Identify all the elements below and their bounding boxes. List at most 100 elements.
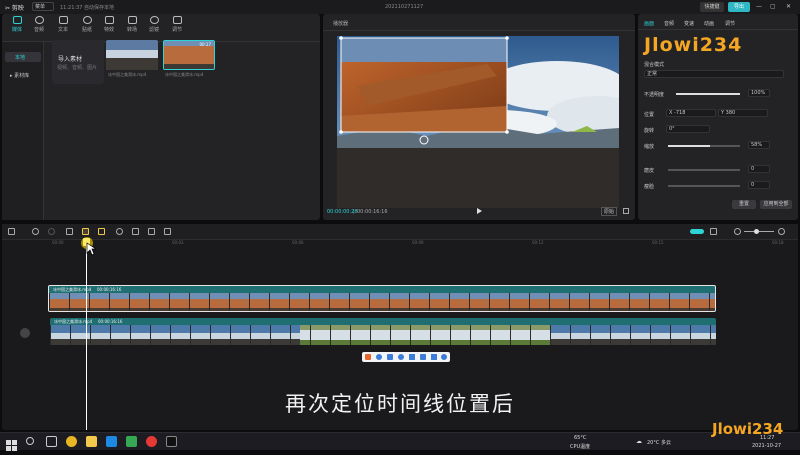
main-track-cover-icon[interactable]: [20, 328, 30, 338]
time-separator: |: [353, 209, 355, 215]
record-icon[interactable]: [146, 436, 157, 447]
scale-field[interactable]: 58%: [748, 141, 770, 149]
close-icon[interactable]: ✕: [786, 3, 791, 10]
snap-toggle[interactable]: [690, 229, 704, 234]
slim-face-slider[interactable]: [668, 185, 740, 187]
windows-taskbar: 65°C CPU温度 ☁ 20°C 多云 11:27 2021-10-27: [0, 432, 800, 451]
video-subtitle: 再次定位时间线位置后: [285, 392, 515, 416]
sidebar-item-library[interactable]: ▸ 素材库: [10, 72, 29, 79]
ruler-label: 00:03: [172, 240, 184, 245]
zoom-out-icon[interactable]: [734, 228, 741, 235]
crop-icon[interactable]: [164, 228, 171, 235]
capcut-icon[interactable]: [166, 436, 177, 447]
weather-icon[interactable]: ☁: [636, 438, 642, 445]
opacity-slider-track[interactable]: [676, 93, 740, 95]
search-icon[interactable]: [26, 437, 34, 445]
ruler-label: 00:09: [412, 240, 424, 245]
weather-text[interactable]: 20°C 多云: [647, 439, 671, 446]
scale-slider-fill: [668, 145, 710, 147]
chrome-icon[interactable]: [66, 436, 77, 447]
tool-audio[interactable]: 音频: [30, 16, 48, 33]
toolbar-settings-icon[interactable]: [441, 354, 447, 360]
mirror-icon[interactable]: [132, 228, 139, 235]
fullscreen-icon[interactable]: [623, 208, 629, 214]
ruler-label: 00:00: [52, 240, 64, 245]
import-button[interactable]: 导入素材 视频、音频、图片: [52, 40, 104, 84]
sidebar-item-local[interactable]: 本地: [5, 52, 41, 62]
inspector-tab-audio[interactable]: 音频: [664, 20, 674, 27]
tool-transition[interactable]: 转场: [123, 16, 141, 33]
delete-left-icon[interactable]: [82, 228, 89, 235]
blend-mode-select[interactable]: 正常: [644, 70, 784, 78]
timeline-ruler[interactable]: 00:00 00:03 00:06 00:09 00:12 00:15 00:1…: [2, 240, 798, 248]
zoom-in-icon[interactable]: [778, 228, 785, 235]
tool-text[interactable]: 文本: [54, 16, 72, 33]
ruler-label: 00:12: [532, 240, 544, 245]
tool-filter[interactable]: 滤镜: [145, 16, 163, 33]
app-icon[interactable]: [106, 436, 117, 447]
freeze-icon[interactable]: [116, 228, 123, 235]
redo-icon[interactable]: [48, 228, 55, 235]
rotate-icon[interactable]: [148, 228, 155, 235]
toolbar-icon[interactable]: [420, 354, 426, 360]
preview-canvas[interactable]: [337, 36, 619, 208]
zoom-slider[interactable]: [744, 231, 774, 232]
menu-button[interactable]: 菜单: [32, 2, 54, 11]
transition-icon: [127, 16, 137, 24]
inspector-tab-adjust[interactable]: 调节: [725, 20, 735, 27]
undo-icon[interactable]: [32, 228, 39, 235]
position-x-field[interactable]: X -718: [666, 109, 716, 117]
select-tool-icon[interactable]: [8, 228, 15, 235]
media-sidebar: 本地 ▸ 素材库: [2, 42, 44, 220]
scale-slider-track[interactable]: [668, 145, 740, 147]
inspector-tab-speed[interactable]: 变速: [684, 20, 694, 27]
ratio-button[interactable]: 原始: [601, 207, 618, 216]
inspector-tab-picture[interactable]: 画面: [644, 20, 654, 27]
import-label: 导入素材: [58, 56, 83, 63]
toolbar-icon[interactable]: [387, 354, 393, 360]
rotation-field[interactable]: 0°: [666, 125, 710, 133]
shortcut-button[interactable]: 快捷键: [700, 2, 724, 12]
tool-adjust[interactable]: 调节: [168, 16, 186, 33]
media-clip-thumbnail[interactable]: [106, 40, 158, 70]
app-icon[interactable]: [126, 436, 137, 447]
media-clip-thumbnail-selected[interactable]: 00:17: [163, 40, 215, 70]
tool-effects[interactable]: 特效: [100, 16, 118, 33]
sticker-icon: [82, 16, 92, 24]
audio-icon: [34, 16, 44, 24]
export-button[interactable]: 导出: [728, 2, 750, 12]
main-clip[interactable]: 冰中国之美滑冰.mp4 00:00:16:16: [50, 318, 716, 345]
smoothing-slider[interactable]: [668, 169, 740, 171]
media-panel: 媒体 音频 文本 贴纸 特效 转场 滤镜 调节 本地 ▸ 素材库 导入素材 视频…: [2, 14, 320, 220]
inspector-tab-animation[interactable]: 动画: [704, 20, 714, 27]
toolbar-icon[interactable]: [409, 354, 415, 360]
opacity-field[interactable]: 100%: [748, 89, 770, 97]
toolbar-icon[interactable]: [431, 354, 437, 360]
main-clip-duration: 00:00:16:16: [98, 319, 123, 324]
tool-sticker[interactable]: 贴纸: [78, 16, 96, 33]
reset-button[interactable]: 重置: [732, 200, 756, 209]
floating-toolbar[interactable]: [362, 352, 450, 362]
toolbar-app-icon[interactable]: [365, 354, 371, 360]
slim-face-field[interactable]: 0: [748, 181, 770, 189]
apply-all-button[interactable]: 应用到全部: [760, 200, 792, 209]
play-icon[interactable]: [477, 208, 482, 214]
link-icon[interactable]: [710, 228, 717, 235]
tool-media[interactable]: 媒体: [8, 16, 26, 33]
rotation-label: 旋转: [644, 128, 655, 134]
start-icon[interactable]: [6, 436, 17, 451]
toolbar-icon[interactable]: [376, 354, 382, 360]
delete-right-icon[interactable]: [98, 228, 105, 235]
text-icon: [58, 16, 68, 24]
maximize-icon[interactable]: ▢: [770, 3, 776, 10]
minimize-icon[interactable]: —: [756, 3, 762, 10]
file-explorer-icon[interactable]: [86, 436, 97, 447]
toolbar-icon[interactable]: [398, 354, 404, 360]
overlay-clip-frames: [49, 293, 715, 311]
overlay-clip[interactable]: 冰中国之美滑冰.mp4 00:00:16:16: [48, 285, 716, 312]
smoothing-field[interactable]: 0: [748, 165, 770, 173]
split-icon[interactable]: [66, 228, 73, 235]
position-y-field[interactable]: Y 380: [718, 109, 768, 117]
zoom-slider-handle[interactable]: [754, 229, 759, 234]
task-view-icon[interactable]: [46, 436, 57, 447]
